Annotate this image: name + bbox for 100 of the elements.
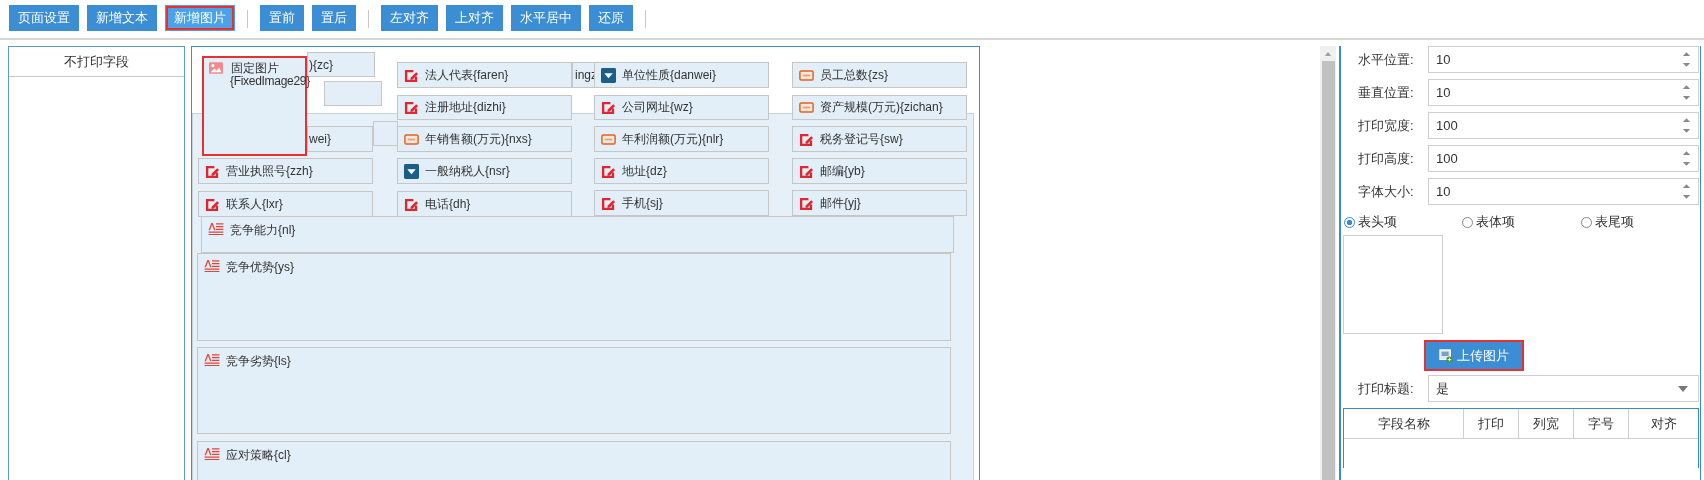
column-header[interactable]: 字号 bbox=[1574, 409, 1629, 438]
spinner-icon[interactable] bbox=[1682, 182, 1691, 201]
radio-option[interactable]: 表体项 bbox=[1462, 213, 1515, 231]
field-block[interactable]: 税务登记号{sw} bbox=[792, 126, 967, 152]
edit-icon bbox=[799, 163, 814, 179]
column-header[interactable]: 打印 bbox=[1464, 409, 1519, 438]
field-label: 应对策略{cl} bbox=[226, 447, 291, 464]
field-label: 注册地址{dizhi} bbox=[425, 99, 506, 116]
field-label: 联系人{lxr} bbox=[226, 195, 283, 213]
spinner-icon[interactable] bbox=[1682, 83, 1691, 102]
edit-icon bbox=[404, 196, 419, 212]
number-input[interactable]: 10 bbox=[1428, 79, 1699, 106]
number-icon bbox=[799, 102, 814, 113]
field-label: 资产规模(万元){zichan} bbox=[820, 99, 943, 116]
field-label: ){zc} bbox=[309, 57, 333, 72]
field-label: 地址{dz} bbox=[622, 162, 667, 180]
field-block[interactable]: 法人代表{faren} bbox=[397, 62, 572, 88]
select-field[interactable]: 是 bbox=[1428, 375, 1699, 402]
image-icon bbox=[209, 62, 223, 74]
property-label: 打印宽度: bbox=[1357, 116, 1415, 135]
number-input[interactable]: 100 bbox=[1428, 145, 1699, 172]
field-block[interactable]: 手机{sj} bbox=[594, 190, 769, 216]
field-label: 竞争劣势{ls} bbox=[226, 353, 291, 370]
property-label: 字体大小: bbox=[1357, 182, 1415, 201]
toolbar-button[interactable]: 水平居中 bbox=[511, 5, 581, 31]
field-label: 邮编{yb} bbox=[820, 162, 865, 180]
scrollbar-thumb[interactable] bbox=[1321, 61, 1335, 480]
field-block[interactable]: 邮件{yj} bbox=[792, 190, 967, 216]
toolbar-button[interactable]: 新增文本 bbox=[87, 5, 157, 31]
field-box bbox=[373, 121, 398, 146]
field-block[interactable]: 公司网址{wz} bbox=[594, 95, 769, 120]
text-area-icon bbox=[204, 447, 220, 460]
toolbar-button[interactable]: 页面设置 bbox=[9, 5, 79, 31]
field-block[interactable]: 员工总数{zs} bbox=[792, 62, 967, 88]
field-block[interactable]: 联系人{lxr} bbox=[198, 191, 373, 217]
field-block[interactable]: 地址{dz} bbox=[594, 158, 769, 184]
number-icon bbox=[404, 133, 419, 145]
edit-icon bbox=[205, 163, 220, 179]
field-label: 电话{dh} bbox=[425, 195, 471, 213]
spinner-icon[interactable] bbox=[1682, 116, 1691, 135]
field-block[interactable]: wei} bbox=[307, 126, 373, 152]
field-block[interactable]: ){zc} bbox=[307, 52, 375, 77]
field-label: 竞争能力{nl} bbox=[230, 222, 296, 239]
field-block[interactable]: 年销售额(万元){nxs} bbox=[397, 126, 572, 152]
field-block[interactable]: 资产规模(万元){zichan} bbox=[792, 95, 967, 120]
field-block[interactable]: 营业执照号{zzh} bbox=[198, 158, 373, 184]
text-area-icon bbox=[208, 222, 224, 235]
dropdown-icon bbox=[404, 163, 419, 179]
number-input[interactable]: 100 bbox=[1428, 112, 1699, 139]
spinner-icon[interactable] bbox=[1682, 50, 1691, 69]
field-block[interactable]: 年利润额(万元){nlr} bbox=[594, 126, 769, 152]
property-label: 打印标题: bbox=[1357, 379, 1415, 398]
field-block[interactable]: 竞争优势{ys} bbox=[197, 253, 951, 341]
toolbar-button[interactable]: 还原 bbox=[589, 5, 633, 31]
toolbar-button[interactable]: 置后 bbox=[312, 5, 356, 31]
panel-title: 不打印字段 bbox=[64, 52, 129, 71]
edit-icon bbox=[601, 163, 616, 179]
field-block[interactable]: 竞争能力{nl} bbox=[201, 216, 954, 253]
edit-icon bbox=[799, 195, 814, 211]
toolbar-button[interactable]: 置前 bbox=[260, 5, 304, 31]
edit-icon bbox=[601, 100, 616, 115]
column-header[interactable]: 字段名称 bbox=[1344, 409, 1464, 438]
toolbar-button[interactable]: 上对齐 bbox=[446, 5, 503, 31]
scroll-up-icon[interactable] bbox=[1324, 51, 1332, 56]
number-input[interactable]: 10 bbox=[1428, 178, 1699, 205]
add-image-icon bbox=[1439, 348, 1453, 363]
field-label: 手机{sj} bbox=[622, 194, 663, 212]
field-label: 税务登记号{sw} bbox=[820, 130, 903, 148]
column-header[interactable]: 对齐 bbox=[1629, 409, 1698, 438]
field-label: 营业执照号{zzh} bbox=[226, 162, 313, 180]
field-block[interactable]: 电话{dh} bbox=[397, 191, 572, 217]
toolbar-button[interactable]: 左对齐 bbox=[381, 5, 438, 31]
scrollbar[interactable] bbox=[1320, 46, 1336, 480]
field-block[interactable]: 邮编{yb} bbox=[792, 158, 967, 184]
property-label: 垂直位置: bbox=[1357, 83, 1415, 102]
dropdown-icon bbox=[601, 67, 616, 83]
caret-icon bbox=[1678, 386, 1688, 392]
field-block[interactable]: 竞争劣势{ls} bbox=[197, 347, 951, 434]
field-block[interactable]: 单位性质{danwei} bbox=[594, 62, 769, 88]
field-label: 年销售额(万元){nxs} bbox=[425, 130, 532, 148]
property-label: 水平位置: bbox=[1357, 50, 1415, 69]
radio-option[interactable]: 表头项 bbox=[1344, 213, 1397, 231]
field-block[interactable]: 注册地址{dizhi} bbox=[397, 95, 572, 120]
radio-option[interactable]: 表尾项 bbox=[1581, 213, 1634, 231]
number-input[interactable]: 10 bbox=[1428, 46, 1699, 73]
number-icon bbox=[601, 133, 616, 145]
field-label: 年利润额(万元){nlr} bbox=[622, 130, 724, 148]
upload-button[interactable]: 上传图片 bbox=[1426, 342, 1522, 369]
text-area-icon bbox=[204, 259, 220, 272]
edit-icon bbox=[205, 196, 220, 212]
spinner-icon[interactable] bbox=[1682, 149, 1691, 168]
column-header[interactable]: 列宽 bbox=[1519, 409, 1574, 438]
field-label: 单位性质{danwei} bbox=[622, 66, 717, 84]
image-title: 固定图片 bbox=[231, 60, 279, 76]
field-block[interactable]: 一般纳税人{nsr} bbox=[397, 158, 572, 184]
field-block[interactable]: 应对策略{cl} bbox=[197, 441, 951, 480]
field-label: 公司网址{wz} bbox=[622, 99, 693, 116]
edit-icon bbox=[799, 131, 814, 147]
property-label: 打印高度: bbox=[1357, 149, 1415, 168]
text-area-icon bbox=[204, 353, 220, 366]
